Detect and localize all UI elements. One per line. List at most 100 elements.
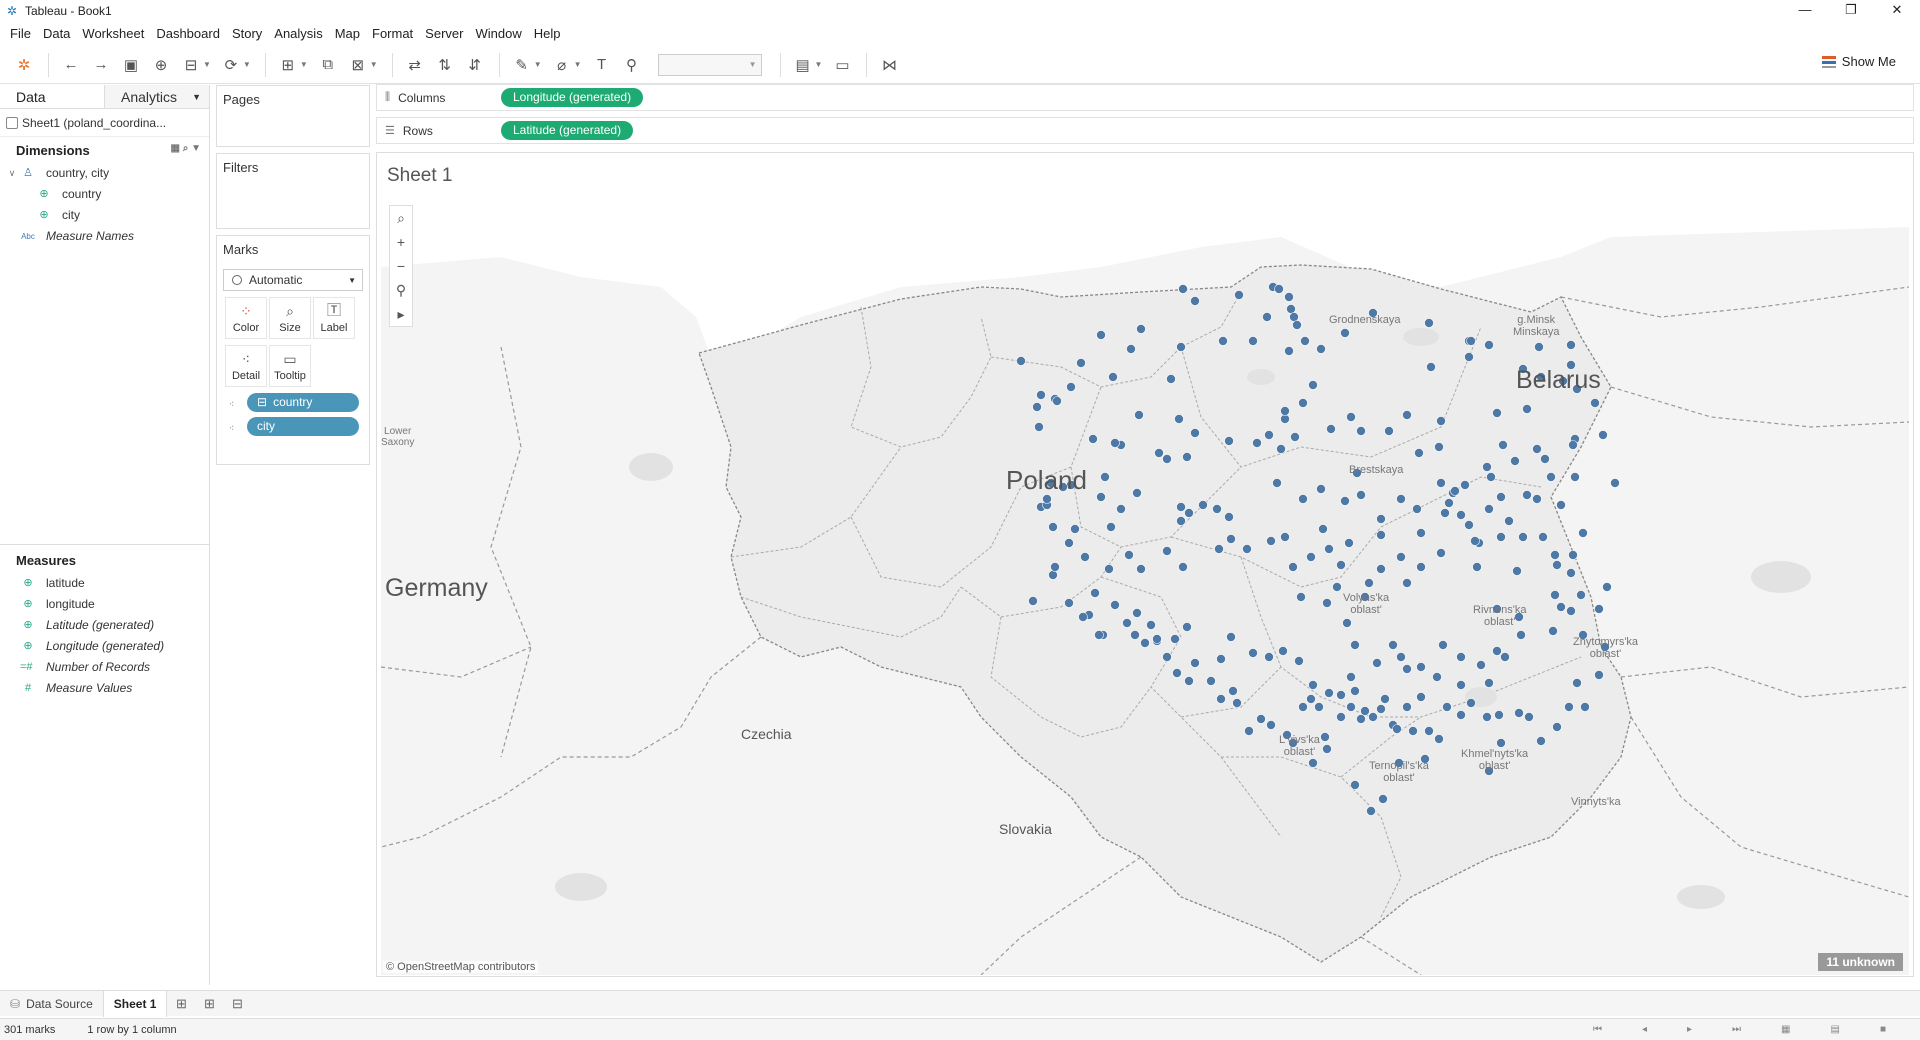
city-mark[interactable] <box>1346 412 1356 422</box>
tab-data[interactable]: Data <box>0 85 105 108</box>
city-mark[interactable] <box>1550 590 1560 600</box>
redo-icon[interactable]: → <box>87 52 115 78</box>
city-mark[interactable] <box>1464 520 1474 530</box>
city-mark[interactable] <box>1416 562 1426 572</box>
city-mark[interactable] <box>1206 676 1216 686</box>
city-mark[interactable] <box>1602 582 1612 592</box>
label-button[interactable]: 🅃 Label <box>313 297 355 339</box>
view-grid-icon[interactable]: ▦ <box>170 143 179 154</box>
city-mark[interactable] <box>1378 794 1388 804</box>
city-mark[interactable] <box>1162 652 1172 662</box>
city-mark[interactable] <box>1484 678 1494 688</box>
city-mark[interactable] <box>1432 672 1442 682</box>
city-mark[interactable] <box>1460 480 1470 490</box>
city-mark[interactable] <box>1248 648 1258 658</box>
city-mark[interactable] <box>1322 744 1332 754</box>
chevron-down-icon[interactable]: ▼ <box>243 60 251 69</box>
city-mark[interactable] <box>1568 440 1578 450</box>
city-mark[interactable] <box>1340 496 1350 506</box>
city-mark[interactable] <box>1316 344 1326 354</box>
city-mark[interactable] <box>1320 732 1330 742</box>
duplicate-sheet-icon[interactable]: ⧉ <box>314 52 342 78</box>
sort-ascending-icon[interactable]: ⇅ <box>431 52 459 78</box>
city-mark[interactable] <box>1300 336 1310 346</box>
city-mark[interactable] <box>1216 694 1226 704</box>
show-me-button[interactable]: Show Me <box>1821 54 1896 69</box>
city-mark[interactable] <box>1552 560 1562 570</box>
city-mark[interactable] <box>1264 430 1274 440</box>
city-mark[interactable] <box>1402 578 1412 588</box>
city-mark[interactable] <box>1076 358 1086 368</box>
measure-field[interactable]: # Measure Values <box>0 678 209 699</box>
city-mark[interactable] <box>1296 592 1306 602</box>
city-mark[interactable] <box>1456 680 1466 690</box>
city-mark[interactable] <box>1336 712 1346 722</box>
menu-story[interactable]: Story <box>226 26 268 41</box>
city-mark[interactable] <box>1566 568 1576 578</box>
fix-axes-icon[interactable]: ⚲ <box>618 52 646 78</box>
city-mark[interactable] <box>1504 516 1514 526</box>
city-mark[interactable] <box>1116 504 1126 514</box>
city-mark[interactable] <box>1122 618 1132 628</box>
measure-field[interactable]: =# Number of Records <box>0 657 209 678</box>
city-mark[interactable] <box>1524 712 1534 722</box>
city-mark[interactable] <box>1538 532 1548 542</box>
new-worksheet-icon[interactable]: ⊞ <box>167 996 195 1012</box>
city-mark[interactable] <box>1514 708 1524 718</box>
tab-sheet-1[interactable]: Sheet 1 <box>102 990 168 1017</box>
city-mark[interactable] <box>1610 478 1620 488</box>
city-mark[interactable] <box>1512 566 1522 576</box>
city-mark[interactable] <box>1134 410 1144 420</box>
city-mark[interactable] <box>1126 344 1136 354</box>
map-canvas[interactable] <box>381 197 1909 975</box>
city-mark[interactable] <box>1372 658 1382 668</box>
city-mark[interactable] <box>1288 562 1298 572</box>
city-mark[interactable] <box>1436 478 1446 488</box>
city-mark[interactable] <box>1340 328 1350 338</box>
menu-worksheet[interactable]: Worksheet <box>76 26 150 41</box>
city-mark[interactable] <box>1496 492 1506 502</box>
city-mark[interactable] <box>1438 640 1448 650</box>
city-mark[interactable] <box>1106 522 1116 532</box>
city-mark[interactable] <box>1568 550 1578 560</box>
last-page-icon[interactable]: ⏭ <box>1732 1024 1741 1035</box>
latitude-pill[interactable]: Latitude (generated) <box>501 121 634 140</box>
city-mark[interactable] <box>1424 318 1434 328</box>
prev-page-icon[interactable]: ◂ <box>1642 1024 1647 1035</box>
city-mark[interactable] <box>1536 736 1546 746</box>
city-mark[interactable] <box>1070 524 1080 534</box>
expand-toolbar-icon[interactable]: ▸ <box>390 302 412 326</box>
filters-card[interactable]: Filters <box>216 153 370 229</box>
city-mark[interactable] <box>1256 714 1266 724</box>
city-mark[interactable] <box>1484 340 1494 350</box>
city-mark[interactable] <box>1050 562 1060 572</box>
measure-field[interactable]: ⊕ latitude <box>0 573 209 594</box>
city-mark[interactable] <box>1388 640 1398 650</box>
city-mark[interactable] <box>1280 532 1290 542</box>
city-mark[interactable] <box>1576 590 1586 600</box>
city-mark[interactable] <box>1190 428 1200 438</box>
tabs-view-icon[interactable]: ■ <box>1880 1024 1886 1035</box>
city-mark[interactable] <box>1166 374 1176 384</box>
detail-button[interactable]: ⁖ Detail <box>225 345 267 387</box>
city-mark[interactable] <box>1456 510 1466 520</box>
city-mark[interactable] <box>1104 564 1114 574</box>
city-mark[interactable] <box>1396 552 1406 562</box>
city-mark[interactable] <box>1444 498 1454 508</box>
city-mark[interactable] <box>1154 448 1164 458</box>
city-mark[interactable] <box>1176 516 1186 526</box>
city-mark[interactable] <box>1224 436 1234 446</box>
city-mark[interactable] <box>1066 382 1076 392</box>
menu-file[interactable]: File <box>4 26 37 41</box>
menu-window[interactable]: Window <box>469 26 527 41</box>
city-mark[interactable] <box>1242 544 1252 554</box>
unknown-indicator[interactable]: 11 unknown <box>1818 953 1903 971</box>
city-mark[interactable] <box>1308 380 1318 390</box>
menu-help[interactable]: Help <box>528 26 567 41</box>
city-mark[interactable] <box>1350 640 1360 650</box>
tableau-home-icon[interactable]: ✲ <box>10 52 38 78</box>
city-mark[interactable] <box>1436 416 1446 426</box>
city-mark[interactable] <box>1356 490 1366 500</box>
city-mark[interactable] <box>1096 492 1106 502</box>
city-mark[interactable] <box>1350 686 1360 696</box>
